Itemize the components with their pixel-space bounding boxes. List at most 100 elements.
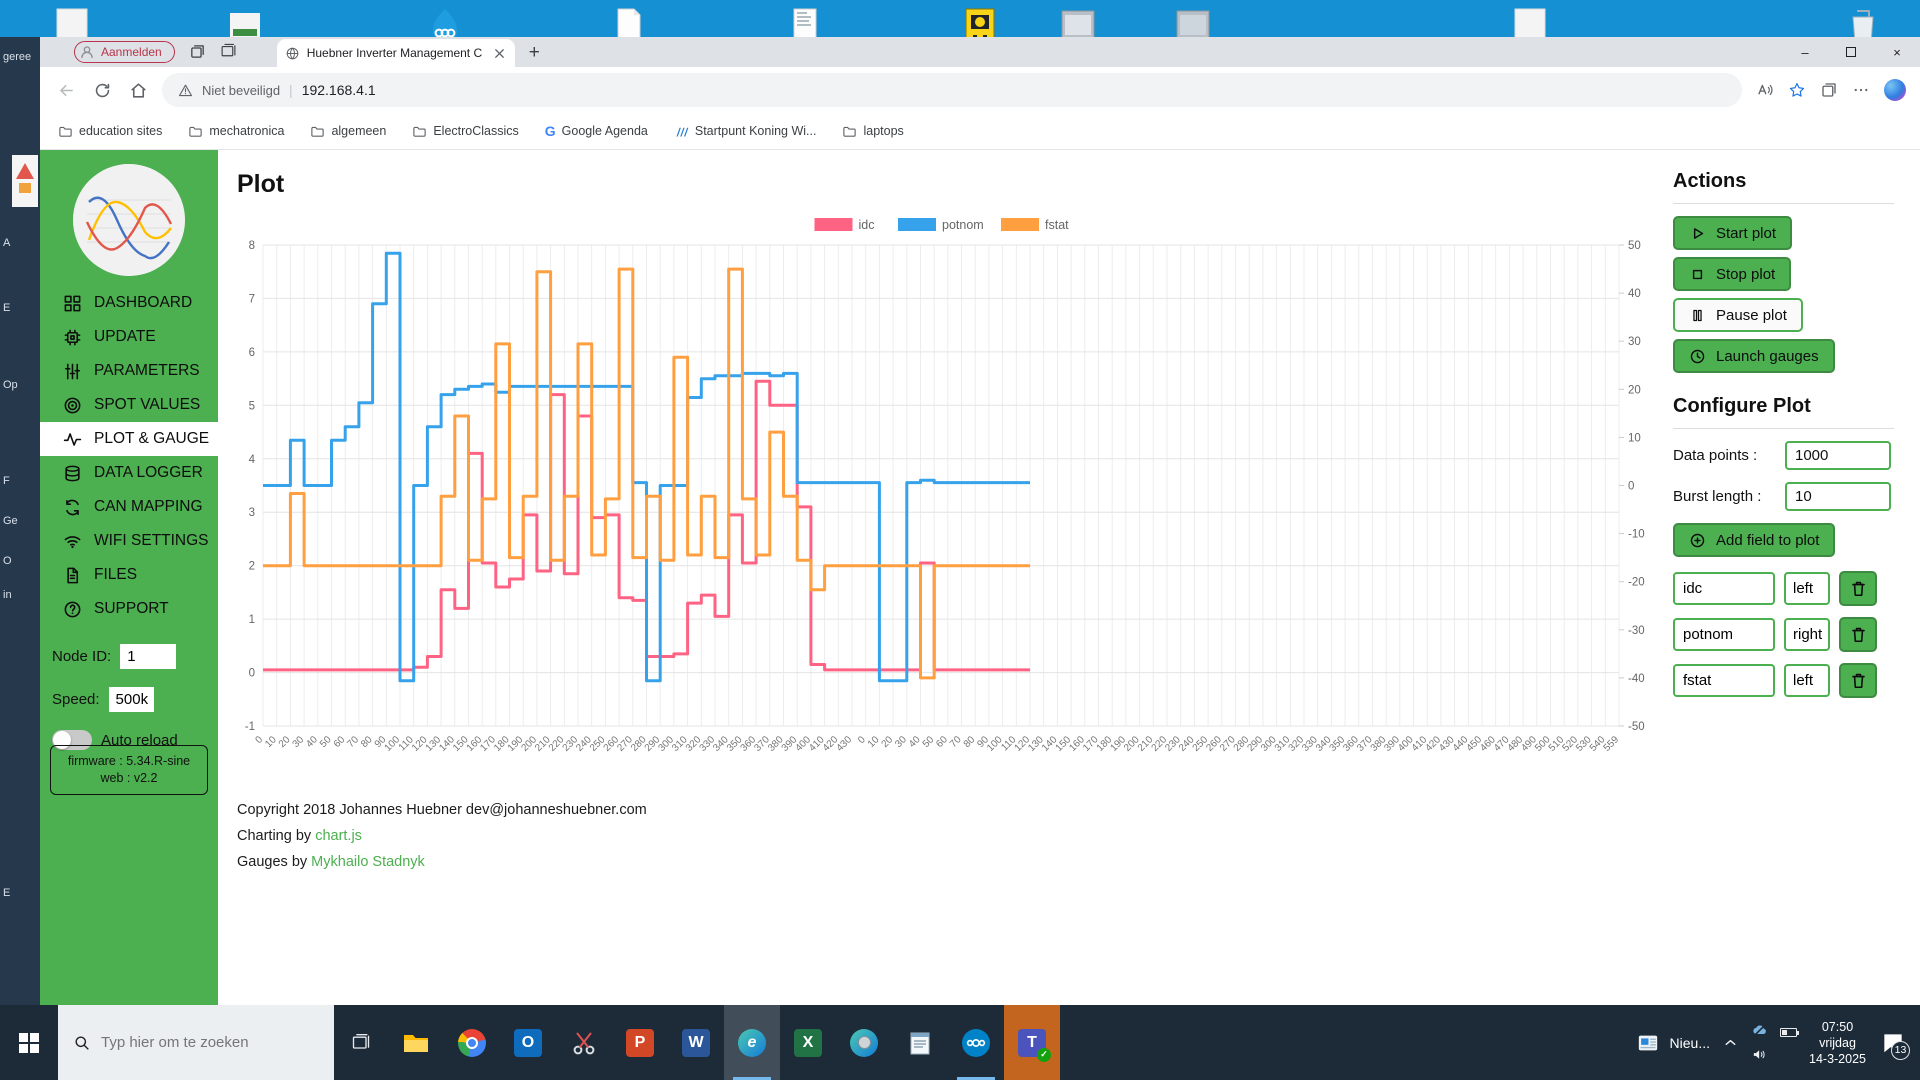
taskbar-app-snipping-tool[interactable] [556, 1005, 612, 1080]
sidebar-item-plot-gauge[interactable]: PLOT & GAUGE [40, 422, 218, 456]
taskbar-search[interactable] [58, 1005, 334, 1080]
pause-plot-button[interactable]: Pause plot [1673, 298, 1803, 332]
minimize-button[interactable]: – [1782, 37, 1828, 67]
new-tab-button[interactable]: + [529, 43, 540, 62]
svg-text:4: 4 [249, 454, 256, 466]
chevron-up-icon[interactable] [1722, 1034, 1739, 1051]
data-points-input[interactable] [1785, 441, 1891, 470]
field-axis-input[interactable] [1784, 618, 1830, 651]
svg-text:potnom: potnom [942, 218, 984, 232]
data-points-label: Data points : [1673, 447, 1785, 464]
desktop-icon[interactable] [788, 5, 824, 37]
taskbar-app-file-explorer[interactable] [388, 1005, 444, 1080]
taskbar-app-notepad[interactable] [892, 1005, 948, 1080]
desktop-icon[interactable] [55, 5, 91, 37]
desktop-icon[interactable] [962, 5, 998, 37]
sidebar-item-parameters[interactable]: PARAMETERS [40, 354, 218, 388]
start-plot-button[interactable]: Start plot [1673, 216, 1792, 250]
speaker-icon[interactable] [1751, 1046, 1768, 1063]
desktop-icon[interactable] [228, 5, 264, 37]
node-id-row: Node ID: [40, 644, 218, 669]
vertical-tabs-icon[interactable] [220, 43, 237, 60]
node-id-input[interactable] [120, 644, 176, 669]
taskbar-app-chrome[interactable] [444, 1005, 500, 1080]
page-title: Plot [237, 170, 1673, 199]
taskbar-app-edge[interactable]: e [724, 1005, 780, 1080]
battery-icon[interactable] [1780, 1028, 1797, 1037]
desktop-icon[interactable] [1513, 5, 1549, 37]
desktop-icon[interactable] [1175, 5, 1211, 37]
sidebar-item-data-logger[interactable]: DATA LOGGER [40, 456, 218, 490]
field-name-input[interactable] [1673, 572, 1775, 605]
launch-gauges-button[interactable]: Launch gauges [1673, 339, 1835, 373]
browser-tab[interactable]: Huebner Inverter Management C [277, 39, 515, 67]
desktop-icon[interactable] [1845, 5, 1881, 37]
collections-icon[interactable] [1820, 81, 1838, 99]
delete-field-button[interactable] [1839, 663, 1877, 698]
speed-input[interactable] [109, 687, 154, 712]
desktop-icon[interactable] [612, 5, 648, 37]
workspaces-icon[interactable] [189, 43, 206, 60]
sidebar-item-dashboard[interactable]: DASHBOARD [40, 286, 218, 320]
start-button[interactable] [0, 1005, 58, 1080]
taskbar-app-excel[interactable]: X [780, 1005, 836, 1080]
gauges-author-link[interactable]: Mykhailo Stadnyk [311, 854, 425, 870]
desktop-icon[interactable] [428, 5, 464, 37]
taskbar-app-nextcloud[interactable] [948, 1005, 1004, 1080]
news-widget[interactable]: Nieu... [1635, 1032, 1710, 1054]
field-axis-input[interactable] [1784, 664, 1830, 697]
delete-field-button[interactable] [1839, 571, 1877, 606]
delete-field-button[interactable] [1839, 617, 1877, 652]
chartjs-link[interactable]: chart.js [315, 828, 362, 844]
bookmark-item[interactable]: laptops [842, 124, 903, 139]
profile-button[interactable]: Aanmelden [74, 41, 175, 63]
burst-length-input[interactable] [1785, 482, 1891, 511]
favorite-star-icon[interactable] [1788, 81, 1806, 99]
home-icon[interactable] [129, 81, 148, 100]
add-field-button[interactable]: Add field to plot [1673, 523, 1835, 557]
sidebar-item-support[interactable]: SUPPORT [40, 592, 218, 626]
bookmark-item[interactable]: algemeen [310, 124, 386, 139]
bookmark-item[interactable]: Startpunt Koning Wi... [674, 124, 817, 139]
page-footer: Copyright 2018 Johannes Huebner dev@joha… [237, 797, 1673, 875]
sidebar-item-update[interactable]: UPDATE [40, 320, 218, 354]
taskbar-app-word[interactable]: W [668, 1005, 724, 1080]
tab-title: Huebner Inverter Management C [307, 46, 485, 60]
address-bar[interactable]: Niet beveiligd | 192.168.4.1 [162, 73, 1742, 107]
sidebar-item-files[interactable]: FILES [40, 558, 218, 592]
field-name-input[interactable] [1673, 664, 1775, 697]
tab-close-icon[interactable] [492, 46, 507, 61]
svg-text:2: 2 [249, 561, 255, 573]
taskbar-app-edge-profile[interactable] [836, 1005, 892, 1080]
svg-text:6: 6 [249, 347, 255, 359]
svg-text:fstat: fstat [1045, 218, 1069, 232]
back-icon[interactable] [57, 81, 76, 100]
task-view-button[interactable] [334, 1005, 388, 1080]
search-input[interactable] [101, 1034, 301, 1051]
field-name-input[interactable] [1673, 618, 1775, 651]
clock-icon [1689, 348, 1706, 365]
bookmark-item[interactable]: ElectroClassics [412, 124, 518, 139]
taskbar-app-teams[interactable]: T✓ [1004, 1005, 1060, 1080]
close-button[interactable]: × [1874, 37, 1920, 67]
notifications-button[interactable]: 13 [1878, 1030, 1908, 1056]
sidebar-item-wifi-settings[interactable]: WIFI SETTINGS [40, 524, 218, 558]
taskbar-clock[interactable]: 07:50 vrijdag 14-3-2025 [1809, 1019, 1866, 1067]
taskbar-app-powerpoint[interactable]: P [612, 1005, 668, 1080]
settings-dots-icon[interactable] [1852, 81, 1870, 99]
stop-plot-button[interactable]: Stop plot [1673, 257, 1791, 291]
onedrive-icon[interactable] [1751, 1022, 1768, 1039]
bookmark-item[interactable]: education sites [58, 124, 162, 139]
sidebar-item-spot-values[interactable]: SPOT VALUES [40, 388, 218, 422]
refresh-icon[interactable] [93, 81, 112, 100]
maximize-button[interactable] [1828, 37, 1874, 67]
copilot-icon[interactable] [1884, 79, 1906, 101]
read-aloud-icon[interactable] [1756, 81, 1774, 99]
sidebar-item-can-mapping[interactable]: CAN MAPPING [40, 490, 218, 524]
taskbar-app-outlook[interactable]: O [500, 1005, 556, 1080]
field-axis-input[interactable] [1784, 572, 1830, 605]
bookmark-item[interactable]: mechatronica [188, 124, 284, 139]
plot-field-row [1673, 663, 1894, 698]
desktop-icon[interactable] [1060, 5, 1096, 37]
bookmark-item[interactable]: GGoogle Agenda [545, 124, 648, 138]
